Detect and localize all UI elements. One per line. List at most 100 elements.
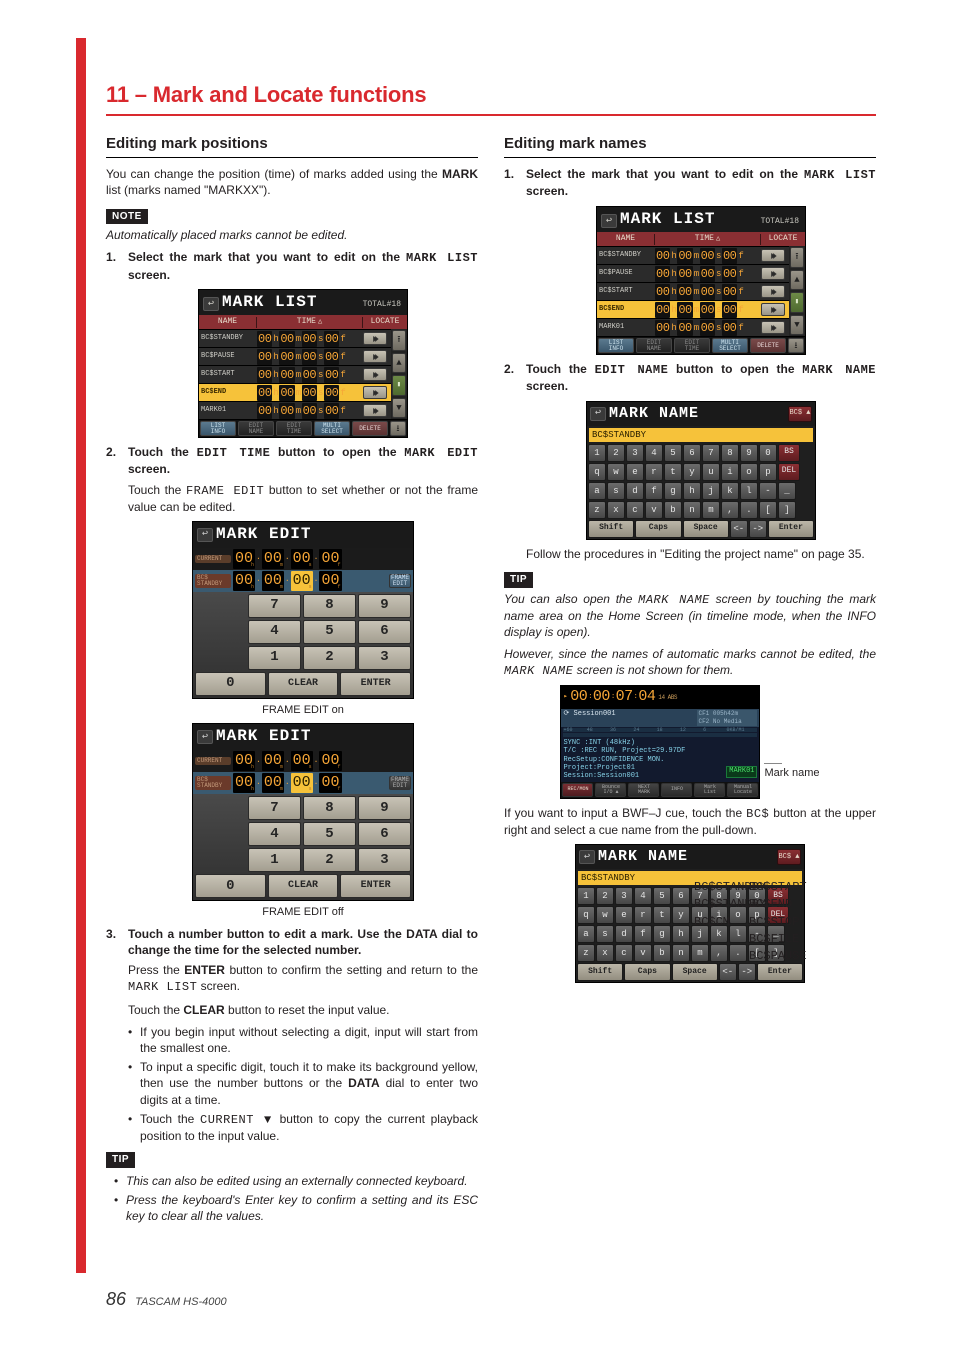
home-foot-button[interactable]: BounceI/O ▲ <box>595 783 626 797</box>
key-5[interactable]: 5 <box>664 444 682 462</box>
cue-option[interactable]: BC$STANDBY <box>694 879 748 895</box>
footer-button[interactable]: EDITTIME <box>674 338 710 353</box>
keypad-7[interactable]: 7 <box>248 594 301 618</box>
key-h[interactable]: h <box>683 482 701 500</box>
key-2[interactable]: 2 <box>596 887 614 905</box>
key-d[interactable]: d <box>615 925 633 943</box>
key-x[interactable]: x <box>596 944 614 962</box>
key-,[interactable]: , <box>721 501 739 519</box>
footer-button[interactable]: LISTINFO <box>200 421 236 436</box>
key-enter[interactable]: Enter <box>768 520 814 538</box>
cue-option[interactable]: BC$STANDBY <box>694 896 748 912</box>
home-foot-button[interactable]: INFO <box>661 783 692 797</box>
key-p[interactable]: p <box>759 463 777 481</box>
footer-button[interactable]: DELETE <box>352 421 388 436</box>
key-t[interactable]: t <box>653 906 671 924</box>
scroll-top-icon[interactable]: ⭱ <box>392 330 406 351</box>
key-3[interactable]: 3 <box>626 444 644 462</box>
keypad-2[interactable]: 2 <box>303 848 356 872</box>
key-l[interactable]: l <box>740 482 758 500</box>
key-caps[interactable]: Caps <box>635 520 681 538</box>
key-5[interactable]: 5 <box>653 887 671 905</box>
key-_[interactable]: _ <box>778 482 796 500</box>
table-row[interactable]: BC$END00h00m00s00f <box>199 383 391 401</box>
locate-button[interactable] <box>761 249 785 262</box>
back-icon[interactable]: ↩ <box>590 407 606 421</box>
table-row[interactable]: BC$STANDBY00h00m00s00f <box>597 246 789 264</box>
key-y[interactable]: y <box>683 463 701 481</box>
key-s[interactable]: s <box>607 482 625 500</box>
bcs-button[interactable]: BC$ ▲ <box>788 406 812 422</box>
back-icon[interactable]: ↩ <box>579 850 595 864</box>
table-row[interactable]: BC$PAUSE00h00m00s00f <box>597 264 789 282</box>
footer-button[interactable]: EDITTIME <box>276 421 312 436</box>
key-shift[interactable]: Shift <box>588 520 634 538</box>
name-field[interactable]: BC$STANDBY <box>589 428 813 442</box>
footer-button[interactable]: LISTINFO <box>598 338 634 353</box>
home-foot-button[interactable]: NEXTMARK <box>628 783 659 797</box>
key-w[interactable]: w <box>596 906 614 924</box>
frame-edit-button[interactable]: FRAMEEDIT <box>389 776 411 790</box>
key-o[interactable]: o <box>740 463 758 481</box>
scroll-up-icon[interactable]: ▲ <box>392 353 406 374</box>
key-n[interactable]: n <box>672 944 690 962</box>
locate-button[interactable] <box>363 386 387 399</box>
keypad-9[interactable]: 9 <box>358 594 411 618</box>
keypad-1[interactable]: 1 <box>248 646 301 670</box>
key-m[interactable]: m <box>702 501 720 519</box>
key-t[interactable]: t <box>664 463 682 481</box>
locate-button[interactable] <box>761 321 785 334</box>
key-space[interactable]: Space <box>672 963 718 981</box>
key-][interactable]: ] <box>778 501 796 519</box>
keypad-9[interactable]: 9 <box>358 796 411 820</box>
key-a[interactable]: a <box>588 482 606 500</box>
key--[interactable]: - <box>759 482 777 500</box>
keypad-enter[interactable]: ENTER <box>340 874 411 898</box>
frame-edit-button[interactable]: FRAMEEDIT <box>389 574 411 588</box>
key-d[interactable]: d <box>626 482 644 500</box>
key-<-[interactable]: <- <box>730 520 748 538</box>
keypad-enter[interactable]: ENTER <box>340 672 411 696</box>
keypad-8[interactable]: 8 <box>303 796 356 820</box>
key-h[interactable]: h <box>672 925 690 943</box>
key-c[interactable]: c <box>615 944 633 962</box>
home-foot-button[interactable]: MarkList <box>694 783 725 797</box>
key-1[interactable]: 1 <box>588 444 606 462</box>
key-i[interactable]: i <box>721 463 739 481</box>
key-8[interactable]: 8 <box>721 444 739 462</box>
locate-button[interactable] <box>761 267 785 280</box>
cue-option[interactable]: BC$FILE <box>749 931 803 947</box>
key-r[interactable]: r <box>634 906 652 924</box>
key-7[interactable]: 7 <box>702 444 720 462</box>
keypad-8[interactable]: 8 <box>303 594 356 618</box>
locate-button[interactable] <box>363 404 387 417</box>
key-c[interactable]: c <box>626 501 644 519</box>
home-foot-button[interactable]: REC/MON <box>562 783 593 797</box>
cue-option[interactable]: BC$END <box>749 896 803 912</box>
key-g[interactable]: g <box>664 482 682 500</box>
keypad-6[interactable]: 6 <box>358 822 411 846</box>
keypad-clear[interactable]: CLEAR <box>268 672 339 696</box>
footer-button[interactable]: MULTISELECT <box>314 421 350 436</box>
table-row[interactable]: BC$END00h00m00s00f <box>597 300 789 318</box>
footer-button[interactable]: EDITNAME <box>636 338 672 353</box>
key-v[interactable]: v <box>634 944 652 962</box>
key-1[interactable]: 1 <box>577 887 595 905</box>
keypad-1[interactable]: 1 <box>248 848 301 872</box>
back-icon[interactable]: ↩ <box>601 214 617 228</box>
key-a[interactable]: a <box>577 925 595 943</box>
key-9[interactable]: 9 <box>740 444 758 462</box>
keypad-2[interactable]: 2 <box>303 646 356 670</box>
scrollbar-thumb[interactable]: ▮ <box>790 292 804 313</box>
key-3[interactable]: 3 <box>615 887 633 905</box>
locate-button[interactable] <box>761 285 785 298</box>
key-e[interactable]: e <box>626 463 644 481</box>
locate-button[interactable] <box>761 303 785 316</box>
keypad-0[interactable]: 0 <box>195 874 266 898</box>
key-caps[interactable]: Caps <box>624 963 670 981</box>
table-row[interactable]: MARK0100h00m00s00f <box>199 401 391 419</box>
key-n[interactable]: n <box>683 501 701 519</box>
footer-button[interactable]: MULTISELECT <box>712 338 748 353</box>
back-icon[interactable]: ↩ <box>197 528 213 542</box>
table-row[interactable]: MARK0100h00m00s00f <box>597 318 789 336</box>
